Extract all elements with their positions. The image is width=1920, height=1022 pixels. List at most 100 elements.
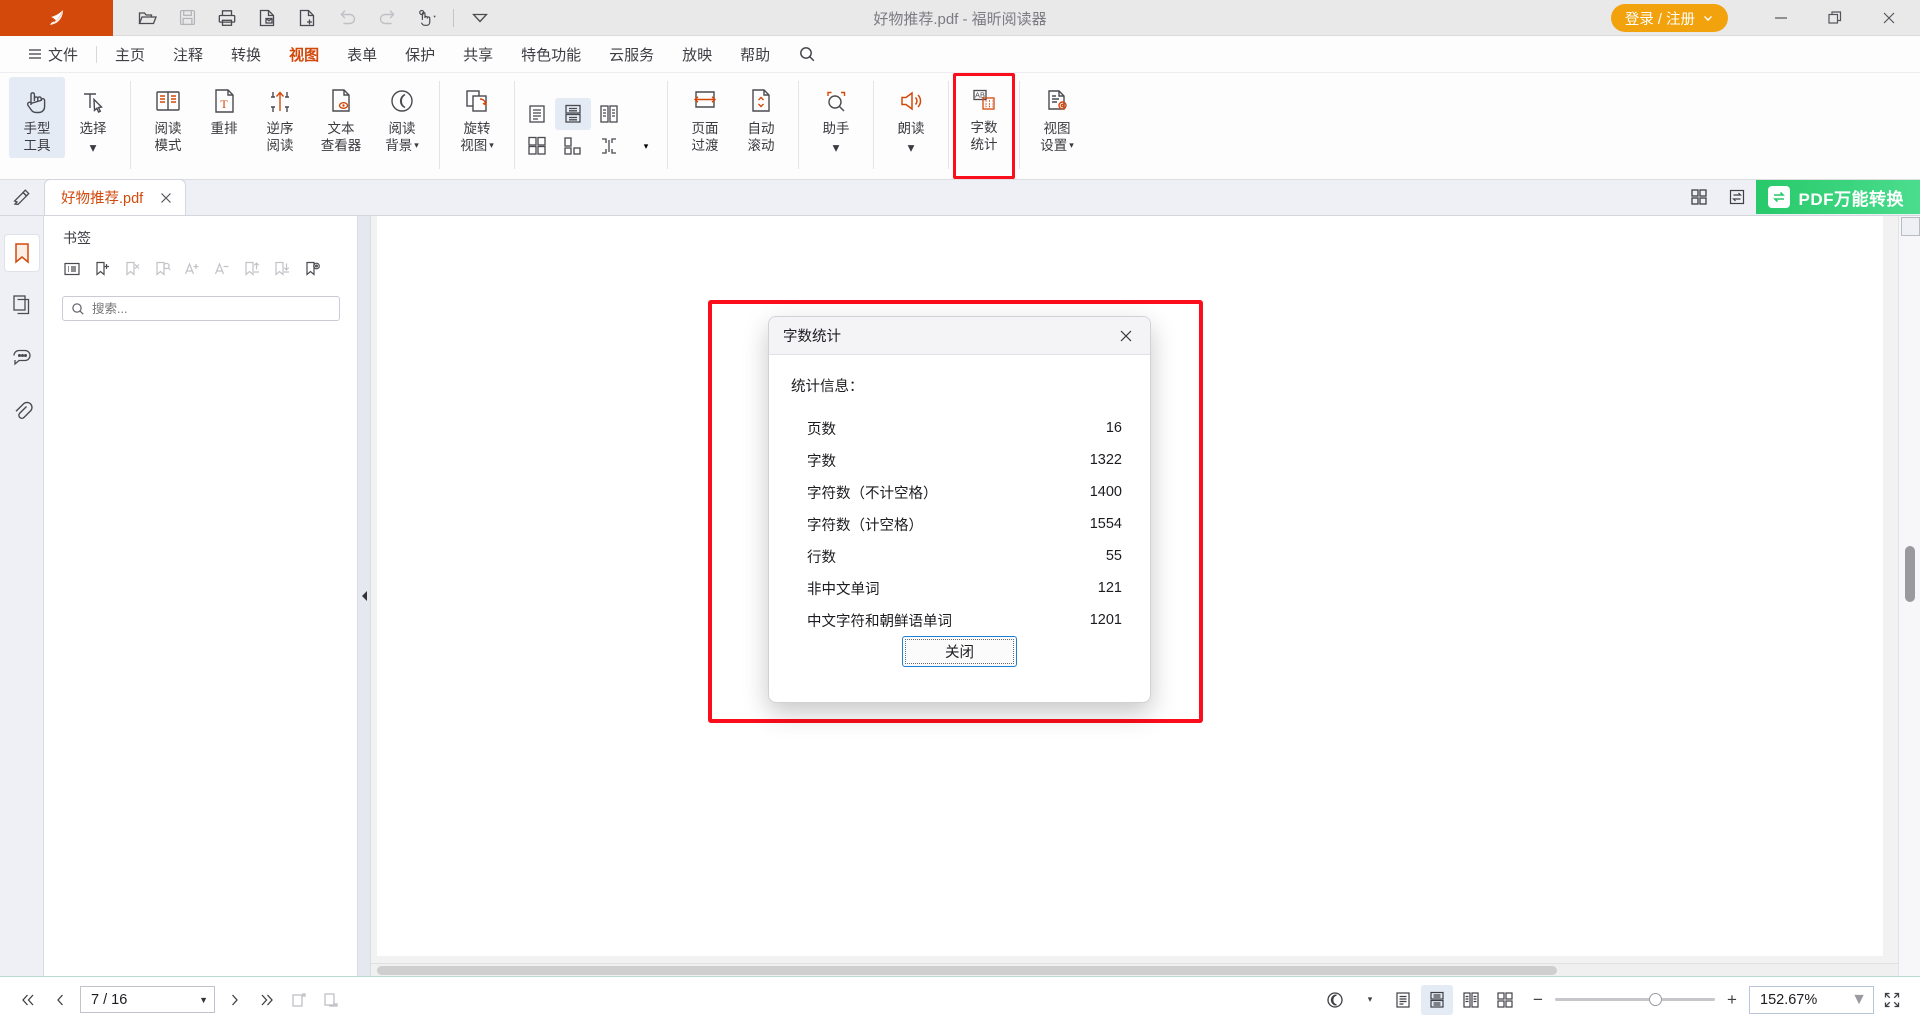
highlighter-icon[interactable] (0, 179, 44, 215)
open-file-button[interactable] (127, 1, 167, 35)
menu-view[interactable]: 视图 (275, 40, 333, 69)
minimize-button[interactable] (1754, 0, 1808, 36)
menu-help[interactable]: 帮助 (726, 40, 784, 69)
grid-view-icon[interactable] (1680, 179, 1718, 215)
touch-mode-button[interactable] (407, 1, 447, 35)
add-bookmark-button[interactable] (87, 254, 117, 284)
read-aloud-button[interactable]: 朗读 ▾ (883, 77, 939, 160)
restore-button[interactable] (1808, 0, 1862, 36)
caret-down-icon[interactable]: ▼ (199, 995, 208, 1005)
status-continuous-facing-layout-button[interactable] (1489, 985, 1521, 1015)
document-tab[interactable]: 好物推荐.pdf (44, 179, 186, 215)
bookmark-properties-button[interactable] (297, 254, 327, 284)
next-page-button[interactable] (219, 985, 251, 1015)
ribbon-divider (667, 81, 668, 169)
select-tool-dropdown[interactable]: ▾ (90, 140, 97, 157)
status-continuous-layout-button[interactable] (1421, 985, 1453, 1015)
read-background-button[interactable]: 阅读 背景▾ (374, 77, 430, 158)
caret-down-icon[interactable]: ▾ (414, 141, 419, 150)
next-view-button[interactable] (315, 985, 347, 1015)
menu-comment[interactable]: 注释 (159, 40, 217, 69)
print-button[interactable] (207, 1, 247, 35)
menu-share[interactable]: 共享 (449, 40, 507, 69)
login-register-button[interactable]: 登录 / 注册 (1611, 4, 1728, 32)
save-button[interactable] (167, 1, 207, 35)
zoom-in-button[interactable]: + (1725, 990, 1739, 1010)
read-background-dropdown[interactable]: ▾ (1353, 985, 1385, 1015)
horizontal-scroll-thumb[interactable] (377, 966, 1557, 975)
assistant-button[interactable]: 助手 ▾ (808, 77, 864, 160)
fullscreen-button[interactable] (1876, 985, 1908, 1015)
stat-label: 字符数（计空格） (807, 514, 923, 535)
bookmark-search-box[interactable] (62, 296, 340, 321)
page-number-input[interactable]: 7 / 16 ▼ (80, 986, 215, 1013)
caret-down-icon[interactable]: ▼ (1851, 991, 1867, 1009)
sidebar-collapse-handle[interactable] (358, 216, 371, 976)
split-view-dropdown[interactable]: ▾ (627, 130, 663, 162)
auto-scroll-button[interactable]: 自动 滚动 (733, 77, 789, 158)
menu-form[interactable]: 表单 (333, 40, 391, 69)
split-view-button[interactable] (591, 130, 627, 162)
hand-tool-button[interactable]: 手型 工具 (9, 77, 65, 158)
sidebar-item-comments[interactable] (4, 338, 40, 376)
page-transition-button[interactable]: 页面 过渡 (677, 77, 733, 158)
read-mode-button[interactable]: 阅读 模式 (140, 77, 196, 158)
facing-layout-button[interactable] (591, 98, 627, 130)
status-single-page-layout-button[interactable] (1387, 985, 1419, 1015)
dialog-close-icon[interactable] (1112, 322, 1140, 350)
horizontal-scrollbar[interactable] (371, 963, 1898, 976)
menu-cloud[interactable]: 云服务 (595, 40, 668, 69)
undo-button[interactable] (327, 1, 367, 35)
close-tab-button[interactable] (159, 191, 173, 205)
customize-toolbar-button[interactable] (460, 1, 500, 35)
menu-file[interactable]: 文件 (14, 40, 92, 69)
swap-arrows-icon[interactable] (1718, 179, 1756, 215)
word-count-button[interactable]: AB 字数 统计 (956, 76, 1012, 157)
caret-down-icon[interactable]: ▾ (1069, 141, 1074, 150)
menu-home[interactable]: 主页 (101, 40, 159, 69)
view-settings-button[interactable]: 视图 设置▾ (1029, 77, 1085, 158)
read-aloud-dropdown[interactable]: ▾ (908, 140, 915, 157)
single-page-layout-button[interactable] (519, 98, 555, 130)
new-document-button[interactable] (287, 1, 327, 35)
sidebar-item-attachments[interactable] (4, 390, 40, 428)
status-facing-layout-button[interactable] (1455, 985, 1487, 1015)
zoom-slider-knob[interactable] (1649, 993, 1662, 1006)
pdf-converter-promo-button[interactable]: PDF万能转换 (1756, 180, 1920, 214)
menu-search-button[interactable] (784, 41, 830, 67)
last-page-button[interactable] (251, 985, 283, 1015)
zoom-out-button[interactable]: − (1531, 990, 1545, 1010)
menu-convert[interactable]: 转换 (217, 40, 275, 69)
reverse-read-button[interactable]: 逆序 阅读 (252, 77, 308, 158)
email-button[interactable] (247, 1, 287, 35)
read-background-status-button[interactable] (1319, 985, 1351, 1015)
vertical-scroll-thumb[interactable] (1905, 546, 1915, 602)
reflow-button[interactable]: T 重排 (196, 77, 252, 142)
rotate-view-button[interactable]: 旋转 视图▾ (449, 77, 505, 158)
continuous-facing-layout-button[interactable] (519, 130, 555, 162)
zoom-slider-track[interactable] (1555, 998, 1715, 1001)
caret-down-icon[interactable]: ▾ (489, 141, 494, 150)
vertical-scrollbar[interactable] (1898, 216, 1920, 976)
menu-features[interactable]: 特色功能 (507, 40, 595, 69)
previous-view-button[interactable] (283, 985, 315, 1015)
scroll-top-box[interactable] (1901, 217, 1920, 236)
close-window-button[interactable] (1862, 0, 1916, 36)
menu-present[interactable]: 放映 (668, 40, 726, 69)
sidebar-item-bookmarks[interactable] (4, 234, 40, 272)
prev-page-button[interactable] (44, 985, 76, 1015)
menu-protect[interactable]: 保护 (391, 40, 449, 69)
text-viewer-button[interactable]: 文本 查看器 (308, 77, 374, 158)
separate-cover-layout-button[interactable] (555, 130, 591, 162)
bookmark-search-input[interactable] (92, 302, 331, 316)
bookmark-list-button[interactable] (57, 254, 87, 284)
continuous-layout-button[interactable] (555, 98, 591, 130)
sidebar-item-pages[interactable] (4, 286, 40, 324)
first-page-button[interactable] (12, 985, 44, 1015)
dialog-close-button[interactable]: 关闭 (902, 636, 1017, 667)
assistant-dropdown[interactable]: ▾ (833, 140, 840, 157)
zoom-level-input[interactable]: 152.67% ▼ (1749, 986, 1874, 1014)
svg-text:T: T (220, 97, 228, 111)
redo-button[interactable] (367, 1, 407, 35)
select-tool-button[interactable]: 选择 ▾ (65, 77, 121, 160)
